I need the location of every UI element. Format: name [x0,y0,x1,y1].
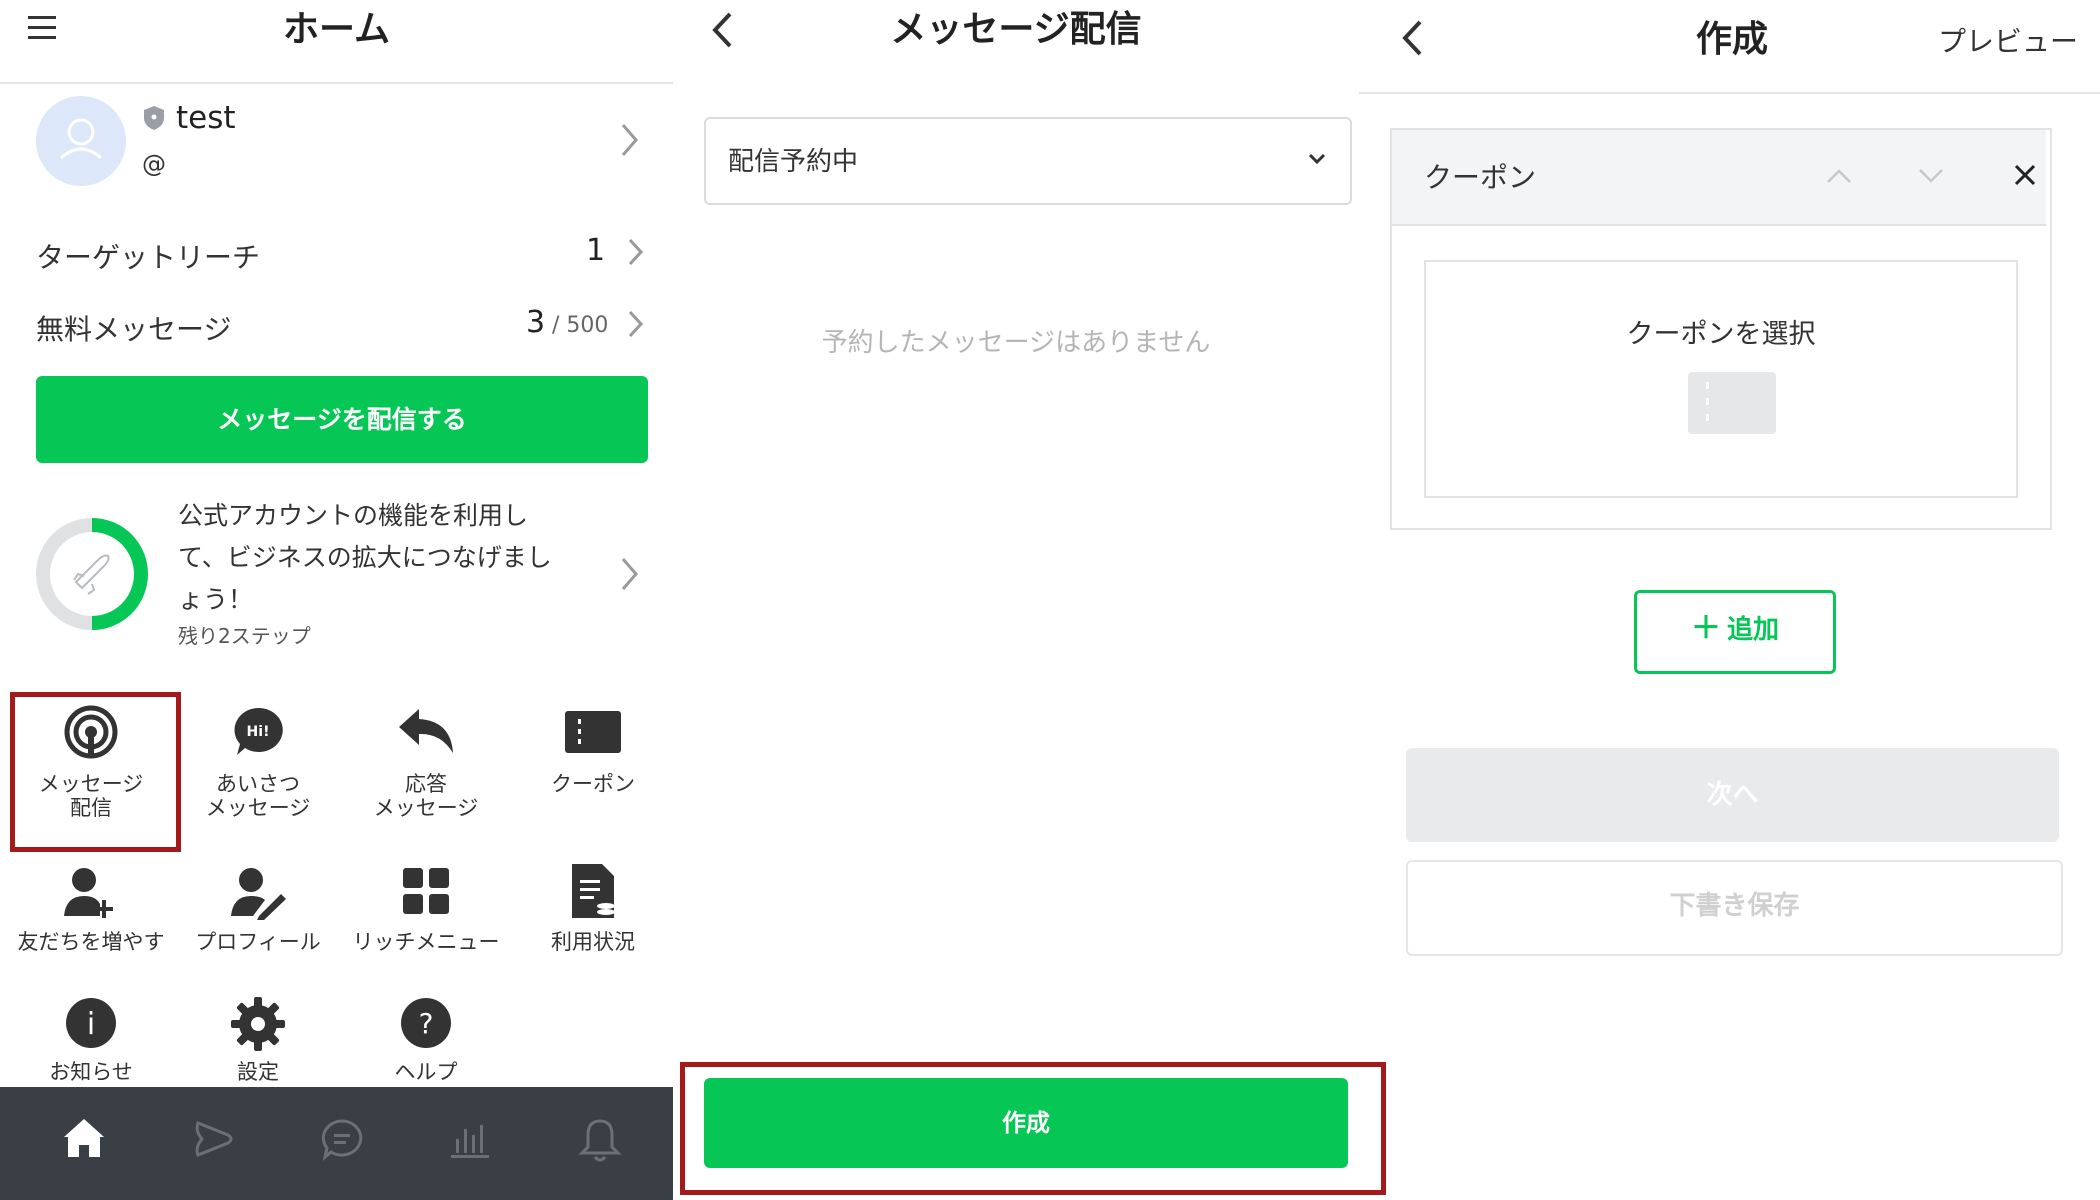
grid-item-add-friends[interactable]: 友だちを増やす [11,858,171,958]
info-glyph: i [87,1007,95,1042]
grid-label: ヘルプ [394,1060,458,1084]
coupon-icon [1688,372,1776,434]
reply-arrow-icon [399,709,453,753]
send-message-button[interactable]: メッセージを配信する [36,376,648,463]
coupon-icon [565,711,621,753]
grid-label: 応答 メッセージ [373,772,479,820]
add-button[interactable]: ＋追加 [1634,590,1836,674]
chat-icon[interactable] [320,1117,364,1161]
coupon-block: クーポン クーポンを選択 [1390,128,2052,530]
free-messages-label: 無料メッセージ [36,313,232,346]
grid-item-rich-menu[interactable]: リッチメニュー [346,858,506,958]
grid-label: 友だちを増やす [17,930,165,954]
header-divider [1359,92,2100,94]
progress-steps-left: 残り2ステップ [178,624,311,648]
progress-text-line2: て、ビジネスの拡大につなげまし [178,543,552,572]
add-friend-icon [64,868,113,918]
page-title: ホーム [283,9,390,50]
home-icon[interactable] [62,1117,106,1159]
chevron-down-icon [1308,153,1326,165]
target-reach-label: ターゲットリーチ [36,241,261,274]
help-icon: ? [401,998,451,1048]
grid-item-notices[interactable]: i お知らせ [11,994,171,1084]
add-button-label: 追加 [1726,615,1779,645]
notification-icon[interactable] [578,1117,622,1163]
usage-icon [572,864,615,918]
grid-item-profile[interactable]: プロフィール [178,858,338,958]
save-draft-button[interactable]: 下書き保存 [1406,860,2063,956]
coupon-block-title: クーポン [1424,161,1537,194]
target-reach-value: 1 [586,233,606,268]
bottom-navigation [0,1087,673,1200]
analytics-icon[interactable] [448,1117,492,1161]
progress-text-line1: 公式アカウントの機能を利用し [178,501,529,530]
select-coupon-label: クーポンを選択 [1626,319,1816,350]
help-glyph: ? [419,1007,434,1040]
back-icon[interactable] [1400,18,1424,58]
grid-item-coupon[interactable]: クーポン [513,695,673,835]
preview-link[interactable]: プレビュー [1938,20,2078,60]
avatar [36,96,126,186]
profile-edit-icon [231,868,286,920]
chevron-right-icon [621,124,638,156]
grid-item-auto-reply[interactable]: 応答 メッセージ [346,695,506,835]
grid-item-usage[interactable]: 利用状況 [513,858,673,958]
status-filter-select[interactable]: 配信予約中 [704,117,1352,205]
grid-label: 利用状況 [551,930,635,954]
next-button[interactable]: 次へ [1406,748,2059,842]
greeting-badge: Hi! [247,724,270,740]
chevron-up-icon[interactable] [1826,168,1852,184]
chevron-down-icon[interactable] [1918,168,1944,184]
header-divider [0,82,673,84]
free-messages-limit: / 500 [552,313,609,338]
gear-icon [231,997,285,1051]
chevron-right-icon [621,558,638,590]
grid-label: あいさつ メッセージ [205,772,311,820]
grid-label: クーポン [551,772,635,796]
grid-item-greeting-message[interactable]: Hi! あいさつ メッセージ [178,695,338,835]
page-title: 作成 [1695,19,1768,60]
highlight-box [680,1062,1386,1195]
progress-ring [36,518,148,630]
grid-label: お知らせ [49,1060,133,1084]
rich-menu-icon [403,868,449,914]
page-title: メッセージ配信 [890,9,1142,50]
select-coupon-area[interactable]: クーポンを選択 [1424,260,2018,498]
plus-icon: ＋ [1690,611,1721,646]
coupon-block-header: クーポン [1392,130,2046,226]
greeting-bubble-icon: Hi! [234,707,283,755]
grid-label: プロフィール [195,930,321,954]
grid-item-settings[interactable]: 設定 [178,994,338,1084]
free-messages-used: 3 [526,305,546,340]
empty-state-message: 予約したメッセージはありません [821,328,1211,358]
account-id: @ [142,150,166,178]
highlight-box [10,692,181,852]
shield-icon [144,106,164,130]
chevron-right-icon [628,310,644,338]
chevron-right-icon [628,238,644,266]
progress-text-line3: ょう！ [178,585,254,614]
close-icon[interactable] [2014,164,2036,186]
info-icon: i [66,998,116,1048]
grid-label: 設定 [237,1060,279,1084]
status-filter-value: 配信予約中 [728,147,859,177]
grid-item-help[interactable]: ? ヘルプ [346,994,506,1084]
grid-label: リッチメニュー [352,930,500,954]
timeline-icon[interactable] [192,1117,236,1161]
account-name: test [176,100,236,136]
